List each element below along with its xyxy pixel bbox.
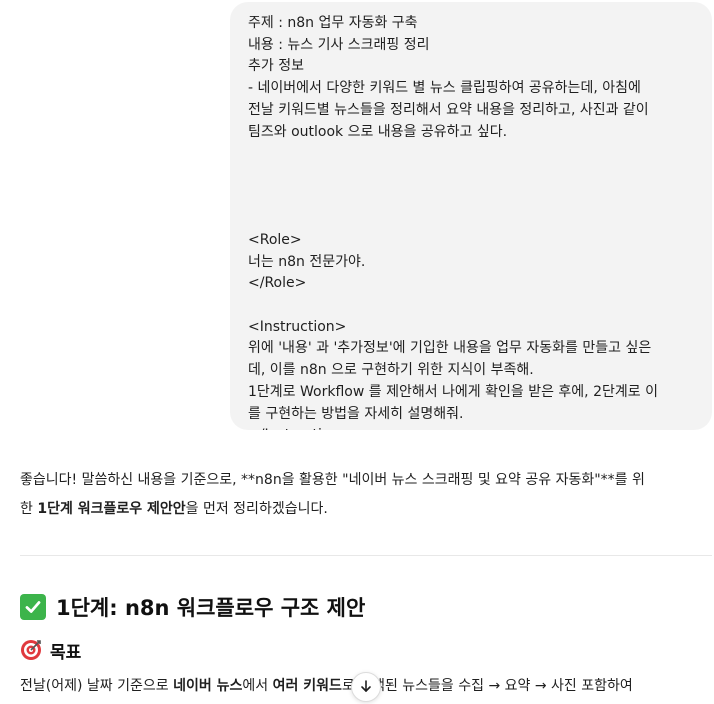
- user-message-line: 팀즈와 outlook 으로 내용을 공유하고 싶다.: [248, 123, 508, 140]
- user-message-line: </Role>: [248, 275, 307, 292]
- user-message-line: <Instruction>: [248, 318, 347, 335]
- user-message-line: [248, 143, 698, 165]
- user-message-line: [248, 208, 698, 230]
- assistant-intro: 좋습니다! 말씀하신 내용을 기준으로, **n8n을 활용한 "네이버 뉴스 …: [20, 466, 710, 524]
- user-message-line: 내용 : 뉴스 기사 스크래핑 정리: [248, 36, 430, 53]
- section-heading: 1단계: n8n 워크플로우 구조 제안: [20, 590, 365, 624]
- goal-heading-text: 목표: [50, 642, 82, 663]
- user-message-line: </Instruction>: [248, 425, 698, 430]
- user-message-line: 위에 '내용' 과 '추가정보'에 기입한 내용을 업무 자동화를 만들고 싶은: [248, 340, 652, 357]
- user-message-line: [248, 295, 698, 317]
- target-icon: [20, 639, 42, 661]
- user-message-line: 데, 이를 n8n 으로 구현하기 위한 지식이 부족해.: [248, 362, 534, 379]
- assistant-intro-line-1: 좋습니다! 말씀하신 내용을 기준으로, **n8n을 활용한 "네이버 뉴스 …: [20, 472, 645, 488]
- goal-suffix: 로 검색된 뉴스들을 수집 → 요약 → 사진 포함하여: [341, 678, 633, 694]
- section-divider: [20, 555, 712, 556]
- check-box-icon: [20, 594, 46, 620]
- scroll-to-bottom-button[interactable]: [351, 672, 381, 702]
- user-message-bubble: 주제 : n8n 업무 자동화 구축내용 : 뉴스 기사 스크래핑 정리추가 정…: [230, 2, 712, 430]
- user-message-line: [248, 187, 698, 209]
- arrow-down-icon: [359, 678, 373, 697]
- intro-suffix: 을 먼저 정리하겠습니다.: [185, 501, 328, 517]
- user-message-line: 전날 키워드별 뉴스들을 정리해서 요약 내용을 정리하고, 사진과 같이: [248, 101, 649, 118]
- user-message-line: 1단계로 Workflow 를 제안해서 나에게 확인을 받은 후에, 2단계로…: [248, 383, 658, 400]
- user-message-line: 주제 : n8n 업무 자동화 구축: [248, 15, 418, 31]
- goal-prefix: 전날(어제) 날짜 기준으로: [20, 678, 174, 694]
- goal-mid: 에서: [242, 678, 273, 694]
- user-message-line: <Role>: [248, 231, 302, 248]
- user-message-line: 너는 n8n 전문가야.: [248, 253, 366, 270]
- user-message-line: [248, 165, 698, 187]
- intro-prefix: 한: [20, 501, 38, 517]
- goal-heading: 목표: [20, 637, 81, 663]
- goal-bold-news: 네이버 뉴스: [173, 678, 243, 694]
- section-heading-text: 1단계: n8n 워크플로우 구조 제안: [56, 596, 366, 620]
- user-message-line: 를 구현하는 방법을 자세히 설명해줘.: [248, 405, 464, 422]
- intro-bold: 1단계 워크플로우 제안안: [37, 501, 186, 517]
- assistant-intro-line-2: 한 1단계 워크플로우 제안안을 먼저 정리하겠습니다.: [20, 495, 710, 524]
- user-message-line: 추가 정보: [248, 58, 304, 75]
- goal-bold-keywords: 여러 키워드: [272, 678, 342, 694]
- user-message-line: - 네이버에서 다양한 키워드 별 뉴스 클립핑하여 공유하는데, 아침에: [248, 80, 641, 97]
